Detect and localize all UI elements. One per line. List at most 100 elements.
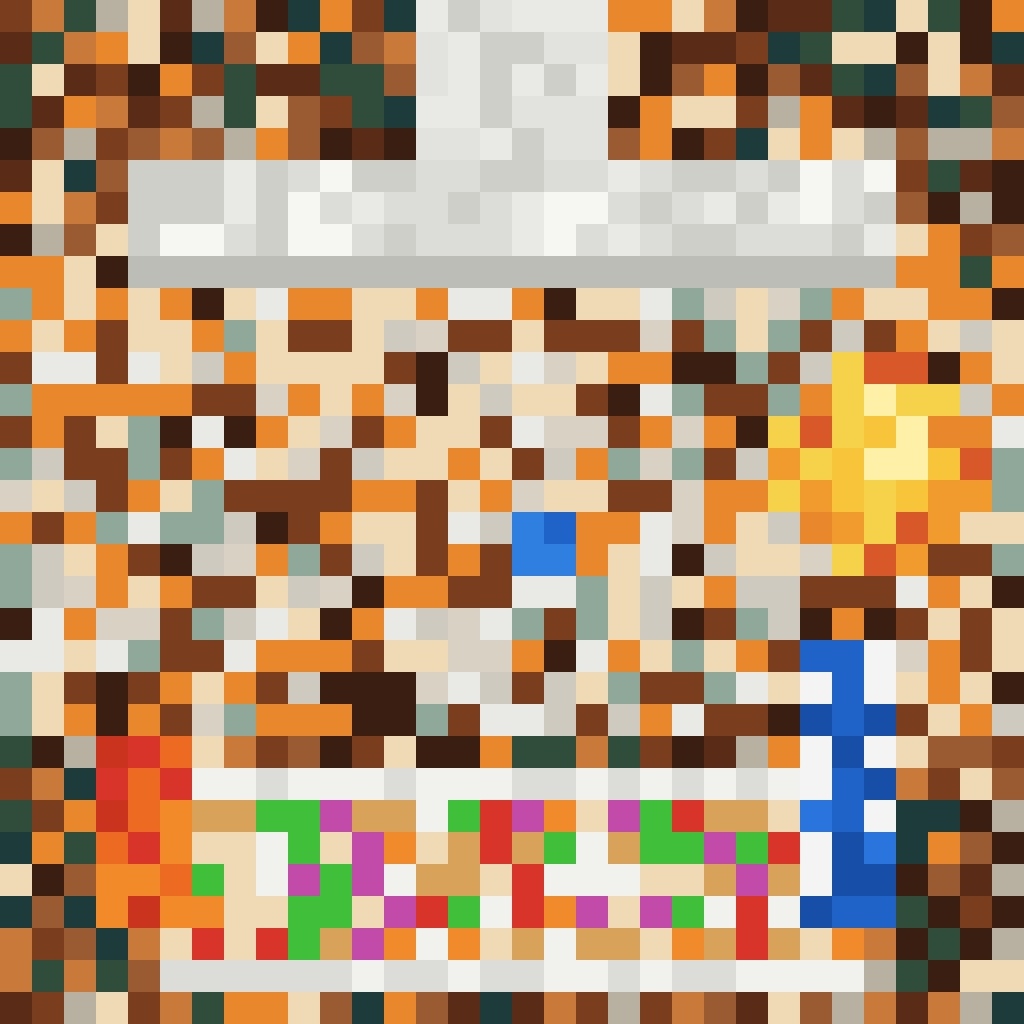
pixel-block — [576, 512, 608, 544]
pixel-block — [224, 736, 256, 768]
pixel-block — [896, 448, 928, 480]
pixel-block — [864, 512, 896, 544]
pixel-block — [64, 384, 96, 416]
pixel-block — [992, 416, 1024, 448]
pixel-block — [736, 32, 768, 64]
pixel-block — [32, 448, 64, 480]
pixel-block — [736, 832, 768, 864]
pixel-block — [0, 704, 32, 736]
pixel-block — [832, 736, 864, 768]
pixel-block — [768, 928, 800, 960]
pixel-block — [192, 672, 224, 704]
pixel-block — [320, 384, 352, 416]
pixel-block — [960, 960, 992, 992]
pixel-block — [96, 704, 128, 736]
pixel-block — [384, 0, 416, 32]
pixel-block — [416, 352, 448, 384]
pixel-block — [768, 960, 800, 992]
pixel-block — [480, 448, 512, 480]
pixel-block — [352, 576, 384, 608]
pixel-block — [288, 992, 320, 1024]
pixel-block — [640, 192, 672, 224]
pixel-block — [576, 160, 608, 192]
pixel-block — [928, 608, 960, 640]
pixel-block — [928, 160, 960, 192]
pixel-block — [960, 256, 992, 288]
pixel-block — [896, 224, 928, 256]
pixel-block — [480, 960, 512, 992]
pixel-block — [576, 608, 608, 640]
pixel-block — [544, 64, 576, 96]
pixel-block — [32, 608, 64, 640]
pixel-block — [480, 224, 512, 256]
pixel-block — [352, 384, 384, 416]
pixel-block — [384, 896, 416, 928]
pixel-block — [480, 608, 512, 640]
pixel-block — [640, 800, 672, 832]
pixel-block — [64, 736, 96, 768]
pixel-block — [928, 768, 960, 800]
pixel-block — [288, 800, 320, 832]
pixel-block — [704, 800, 736, 832]
pixel-block — [32, 992, 64, 1024]
pixel-block — [992, 928, 1024, 960]
pixel-block — [992, 288, 1024, 320]
pixel-block — [128, 256, 160, 288]
pixel-block — [800, 224, 832, 256]
pixel-block — [224, 160, 256, 192]
pixel-block — [832, 384, 864, 416]
pixel-block — [896, 896, 928, 928]
pixel-block — [192, 640, 224, 672]
pixel-block — [608, 0, 640, 32]
pixel-block — [768, 416, 800, 448]
pixel-block — [96, 768, 128, 800]
pixel-block — [608, 736, 640, 768]
pixel-block — [736, 448, 768, 480]
pixel-block — [160, 672, 192, 704]
pixel-block — [960, 896, 992, 928]
pixel-block — [960, 352, 992, 384]
pixel-block — [128, 960, 160, 992]
pixel-block — [320, 864, 352, 896]
pixel-block — [320, 288, 352, 320]
pixel-block — [448, 512, 480, 544]
pixel-block — [576, 416, 608, 448]
pixel-block — [448, 288, 480, 320]
pixel-block — [352, 992, 384, 1024]
pixel-block — [64, 480, 96, 512]
pixel-block — [864, 96, 896, 128]
pixel-block — [960, 448, 992, 480]
pixel-block — [480, 64, 512, 96]
pixel-block — [320, 736, 352, 768]
pixel-block — [736, 544, 768, 576]
pixel-block — [736, 960, 768, 992]
pixel-block — [480, 544, 512, 576]
pixel-block — [96, 0, 128, 32]
pixel-block — [192, 96, 224, 128]
pixel-block — [320, 992, 352, 1024]
pixel-block — [32, 224, 64, 256]
pixel-block — [128, 384, 160, 416]
pixel-block — [32, 928, 64, 960]
pixel-block — [640, 480, 672, 512]
pixel-block — [480, 320, 512, 352]
pixel-block — [192, 160, 224, 192]
pixel-block — [960, 192, 992, 224]
pixel-block — [448, 128, 480, 160]
pixel-block — [256, 352, 288, 384]
pixel-block — [544, 928, 576, 960]
pixel-block — [384, 192, 416, 224]
pixel-block — [448, 0, 480, 32]
pixel-block — [192, 608, 224, 640]
pixel-block — [416, 64, 448, 96]
pixel-block — [928, 448, 960, 480]
pixel-block — [96, 352, 128, 384]
pixel-block — [160, 64, 192, 96]
pixel-block — [32, 960, 64, 992]
pixel-block — [672, 544, 704, 576]
pixel-block — [160, 448, 192, 480]
pixel-block — [352, 928, 384, 960]
pixel-block — [320, 544, 352, 576]
pixel-block — [960, 640, 992, 672]
pixel-block — [800, 992, 832, 1024]
